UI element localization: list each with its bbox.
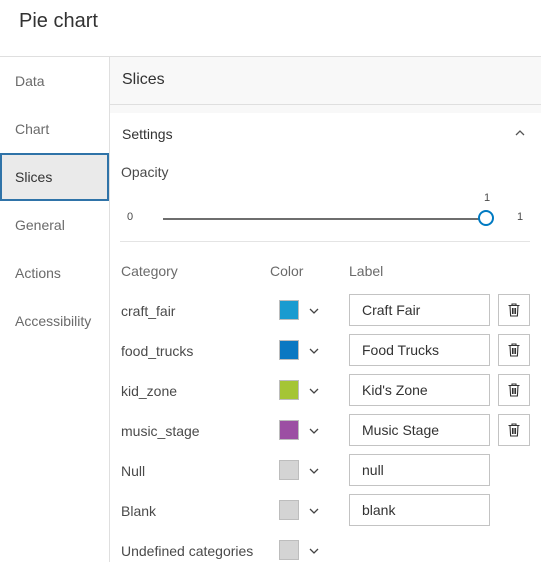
- category-name: music_stage: [121, 423, 200, 439]
- category-name: kid_zone: [121, 383, 178, 399]
- opacity-value: 1: [484, 192, 491, 204]
- delete-button[interactable]: [498, 374, 530, 406]
- sidebar-item-chart[interactable]: Chart: [0, 105, 109, 153]
- trash-icon: [508, 303, 520, 317]
- category-name: food_trucks: [121, 343, 194, 359]
- trash-icon: [508, 343, 520, 357]
- chevron-down-icon[interactable]: [308, 465, 320, 477]
- chevron-down-icon[interactable]: [308, 425, 320, 437]
- category-name: Blank: [121, 503, 157, 519]
- sidebar-item-general[interactable]: General: [0, 201, 109, 249]
- page-title: Pie chart: [19, 10, 98, 32]
- label-input[interactable]: [349, 374, 490, 406]
- color-swatch[interactable]: [279, 540, 299, 560]
- chevron-down-icon[interactable]: [308, 545, 320, 557]
- slice-row: music_stage: [110, 414, 541, 448]
- section-header: Slices: [110, 57, 541, 105]
- opacity-slider-track[interactable]: [163, 218, 487, 220]
- label-input[interactable]: [349, 294, 490, 326]
- label-input[interactable]: [349, 454, 490, 486]
- category-name: craft_fair: [121, 303, 176, 319]
- delete-button[interactable]: [498, 294, 530, 326]
- delete-button[interactable]: [498, 414, 530, 446]
- slice-row: craft_fair: [110, 294, 541, 328]
- column-header-label: Label: [349, 263, 384, 279]
- slice-row: Null: [110, 454, 541, 488]
- color-swatch[interactable]: [279, 500, 299, 520]
- color-swatch[interactable]: [279, 300, 299, 320]
- slice-row: Undefined categories: [110, 534, 541, 562]
- delete-button[interactable]: [498, 334, 530, 366]
- column-header-category: Category: [121, 263, 178, 279]
- opacity-max-label: 1: [517, 211, 524, 223]
- main-content: Slices Settings Opacity 1 0 1 Category C…: [110, 57, 541, 562]
- sidebar-item-actions[interactable]: Actions: [0, 249, 109, 297]
- column-header-color: Color: [270, 263, 304, 279]
- section-title: Slices: [122, 71, 165, 88]
- sidebar-item-accessibility[interactable]: Accessibility: [0, 297, 109, 345]
- label-input[interactable]: [349, 414, 490, 446]
- opacity-label: Opacity: [121, 164, 169, 180]
- sidebar-item-data[interactable]: Data: [0, 57, 109, 105]
- color-swatch[interactable]: [279, 380, 299, 400]
- color-swatch[interactable]: [279, 420, 299, 440]
- sidebar-item-slices[interactable]: Slices: [0, 153, 109, 201]
- color-swatch[interactable]: [279, 340, 299, 360]
- category-name: Null: [121, 463, 146, 479]
- opacity-slider-thumb[interactable]: [478, 210, 494, 226]
- chevron-down-icon[interactable]: [308, 385, 320, 397]
- chevron-up-icon[interactable]: [512, 125, 528, 141]
- trash-icon: [508, 383, 520, 397]
- slice-row: food_trucks: [110, 334, 541, 368]
- slice-row: kid_zone: [110, 374, 541, 408]
- settings-panel: Settings Opacity 1 0 1 Category Color La…: [110, 113, 541, 562]
- chevron-down-icon[interactable]: [308, 305, 320, 317]
- chevron-down-icon[interactable]: [308, 505, 320, 517]
- label-input[interactable]: [349, 494, 490, 526]
- panel-header: Pie chart: [0, 0, 541, 57]
- divider: [120, 241, 530, 242]
- label-input[interactable]: [349, 334, 490, 366]
- color-swatch[interactable]: [279, 460, 299, 480]
- category-name: Undefined categories: [121, 543, 254, 559]
- settings-title[interactable]: Settings: [122, 126, 173, 142]
- slice-row: Blank: [110, 494, 541, 528]
- chevron-down-icon[interactable]: [308, 345, 320, 357]
- opacity-min-label: 0: [127, 211, 134, 223]
- trash-icon: [508, 423, 520, 437]
- sidebar: Data Chart Slices General Actions Access…: [0, 57, 110, 562]
